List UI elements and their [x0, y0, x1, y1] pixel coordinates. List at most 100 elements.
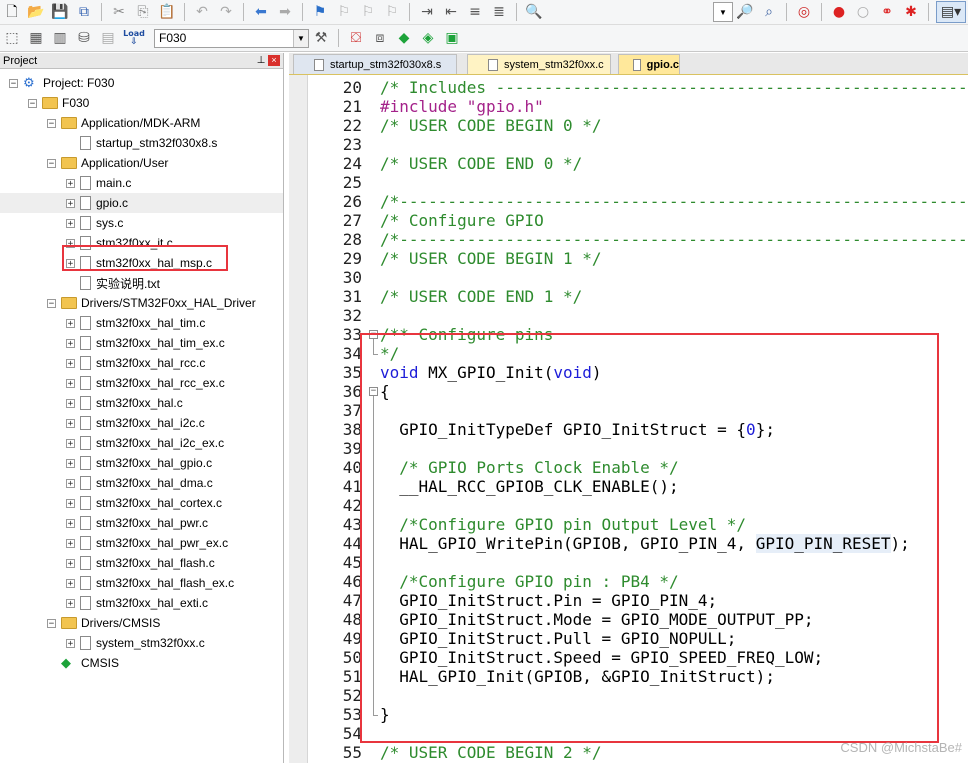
tree-item[interactable]: 实验说明.txt — [66, 273, 160, 293]
tab-startup-file[interactable]: startup_stm32f030x8.s — [293, 54, 457, 74]
expand-icon[interactable]: + — [66, 198, 75, 208]
tree-item[interactable]: − Application/User — [47, 153, 168, 173]
comment-icon[interactable]: ≡ — [465, 2, 485, 22]
tree-item[interactable]: + gpio.c — [0, 193, 283, 213]
bookmark-clear-icon[interactable]: ⚐ — [382, 2, 402, 22]
tree-item[interactable]: + stm32f0xx_hal_tim_ex.c — [66, 333, 225, 353]
cut-icon[interactable]: ✂ — [109, 2, 129, 22]
expand-icon[interactable]: + — [66, 558, 75, 568]
uncomment-icon[interactable]: ≣ — [489, 2, 509, 22]
back-icon[interactable]: ⬅ — [251, 2, 271, 22]
close-icon[interactable]: × — [268, 55, 280, 66]
tree-item[interactable]: + stm32f0xx_hal_pwr.c — [66, 513, 208, 533]
rebuild-icon[interactable]: ▥ — [50, 28, 70, 48]
kill-breakpoints-icon[interactable]: ✱ — [901, 2, 921, 22]
tree-item[interactable]: + stm32f0xx_hal_cortex.c — [66, 493, 222, 513]
collapse-icon[interactable]: − — [47, 618, 56, 628]
tree-item[interactable]: startup_stm32f030x8.s — [66, 133, 217, 153]
collapse-icon[interactable]: − — [28, 98, 37, 108]
target-select[interactable]: F030 ▼ — [154, 28, 309, 48]
tab-system-file[interactable]: system_stm32f0xx.c — [467, 54, 611, 74]
expand-icon[interactable]: + — [66, 358, 75, 368]
tree-item[interactable]: + stm32f0xx_hal_i2c_ex.c — [66, 433, 224, 453]
build-icon[interactable]: ▦ — [26, 28, 46, 48]
find-combo-icon[interactable]: ▼ — [713, 2, 733, 22]
expand-icon[interactable]: + — [66, 578, 75, 588]
paste-icon[interactable]: 📋 — [157, 2, 177, 22]
tree-item[interactable]: + stm32f0xx_hal_gpio.c — [66, 453, 212, 473]
file-extensions-icon[interactable]: ⧈ — [370, 28, 390, 48]
tree-item[interactable]: + stm32f0xx_hal_exti.c — [66, 593, 208, 613]
target-options-icon[interactable]: ⚒ — [311, 28, 331, 48]
stop-build-icon[interactable]: ▤ — [98, 28, 118, 48]
undo-icon[interactable]: ↶ — [192, 2, 212, 22]
tree-item[interactable]: + stm32f0xx_hal_flash_ex.c — [66, 573, 234, 593]
forward-icon[interactable]: ➡ — [275, 2, 295, 22]
find-icon[interactable]: 🔎 — [735, 2, 755, 22]
expand-icon[interactable]: + — [66, 318, 75, 328]
tree-item[interactable]: ◆ CMSIS — [47, 653, 119, 673]
window-layout-icon[interactable]: ▤▾ — [936, 1, 966, 23]
tree-item[interactable]: + main.c — [66, 173, 131, 193]
redo-icon[interactable]: ↷ — [216, 2, 236, 22]
bookmark-prev-icon[interactable]: ⚐ — [334, 2, 354, 22]
tree-item[interactable]: − ⚙ Project: F030 — [9, 73, 114, 93]
expand-icon[interactable]: + — [66, 338, 75, 348]
expand-icon[interactable]: + — [66, 598, 75, 608]
tree-item[interactable]: + stm32f0xx_hal_rcc.c — [66, 353, 205, 373]
breakpoint-disable-icon[interactable]: ○ — [853, 2, 873, 22]
select-packs-icon[interactable]: ◈ — [418, 28, 438, 48]
expand-icon[interactable]: + — [66, 538, 75, 548]
tree-item[interactable]: + stm32f0xx_hal_tim.c — [66, 313, 205, 333]
expand-icon[interactable]: + — [66, 178, 75, 188]
tree-item[interactable]: + stm32f0xx_hal_dma.c — [66, 473, 213, 493]
find-files-icon[interactable]: 🔍 — [524, 2, 544, 22]
open-icon[interactable]: 📂 — [26, 2, 46, 22]
tree-item[interactable]: + stm32f0xx_hal.c — [66, 393, 183, 413]
bookmark-next-icon[interactable]: ⚐ — [358, 2, 378, 22]
collapse-icon[interactable]: − — [47, 298, 56, 308]
expand-icon[interactable]: + — [66, 438, 75, 448]
expand-icon[interactable]: + — [66, 398, 75, 408]
unindent-icon[interactable]: ⇤ — [441, 2, 461, 22]
run-time-env-icon[interactable]: ▣ — [442, 28, 462, 48]
tree-item[interactable]: + sys.c — [66, 213, 123, 233]
indent-icon[interactable]: ⇥ — [417, 2, 437, 22]
tree-item[interactable]: − Application/MDK-ARM — [47, 113, 200, 133]
expand-icon[interactable]: + — [66, 218, 75, 228]
debug-icon[interactable]: ◎ — [794, 2, 814, 22]
incremental-find-icon[interactable]: ⌕ — [759, 2, 779, 22]
new-file-icon[interactable]: 🗋 — [2, 2, 22, 22]
manage-packs-icon[interactable]: ◆ — [394, 28, 414, 48]
tree-item[interactable]: + stm32f0xx_hal_rcc_ex.c — [66, 373, 225, 393]
save-all-icon[interactable]: ⧉ — [74, 2, 94, 22]
expand-icon[interactable]: + — [66, 418, 75, 428]
tree-item[interactable]: − Drivers/CMSIS — [47, 613, 160, 633]
copy-icon[interactable]: ⎘ — [133, 2, 153, 22]
collapse-icon[interactable]: − — [47, 158, 56, 168]
tree-item[interactable]: + system_stm32f0xx.c — [66, 633, 205, 653]
batch-build-icon[interactable]: ⛁ — [74, 28, 94, 48]
pin-icon[interactable]: ⊥ — [254, 55, 268, 66]
load-button[interactable]: Load ⇩ — [122, 28, 146, 48]
tree-item[interactable]: − F030 — [28, 93, 89, 113]
tree-item[interactable]: + stm32f0xx_hal_pwr_ex.c — [66, 533, 228, 553]
expand-icon[interactable]: + — [66, 478, 75, 488]
collapse-icon[interactable]: − — [9, 78, 18, 88]
save-icon[interactable]: 💾 — [50, 2, 70, 22]
tree-item[interactable]: + stm32f0xx_hal_flash.c — [66, 553, 215, 573]
breakpoint-icon[interactable]: ● — [829, 2, 849, 22]
breakpoints-icon[interactable]: ⚭ — [877, 2, 897, 22]
expand-icon[interactable]: + — [66, 498, 75, 508]
collapse-icon[interactable]: − — [47, 118, 56, 128]
expand-icon[interactable]: + — [66, 378, 75, 388]
expand-icon[interactable]: + — [66, 458, 75, 468]
translate-icon[interactable]: ⬚ — [2, 28, 22, 48]
tree-item[interactable]: − Drivers/STM32F0xx_HAL_Driver — [47, 293, 256, 313]
tab-gpio-file[interactable]: gpio.c — [618, 54, 680, 74]
manage-project-icon[interactable]: ⛋ — [346, 28, 366, 48]
expand-icon[interactable]: + — [66, 518, 75, 528]
bookmark-icon[interactable]: ⚑ — [310, 2, 330, 22]
expand-icon[interactable]: + — [66, 638, 75, 648]
tree-item[interactable]: + stm32f0xx_hal_i2c.c — [66, 413, 205, 433]
